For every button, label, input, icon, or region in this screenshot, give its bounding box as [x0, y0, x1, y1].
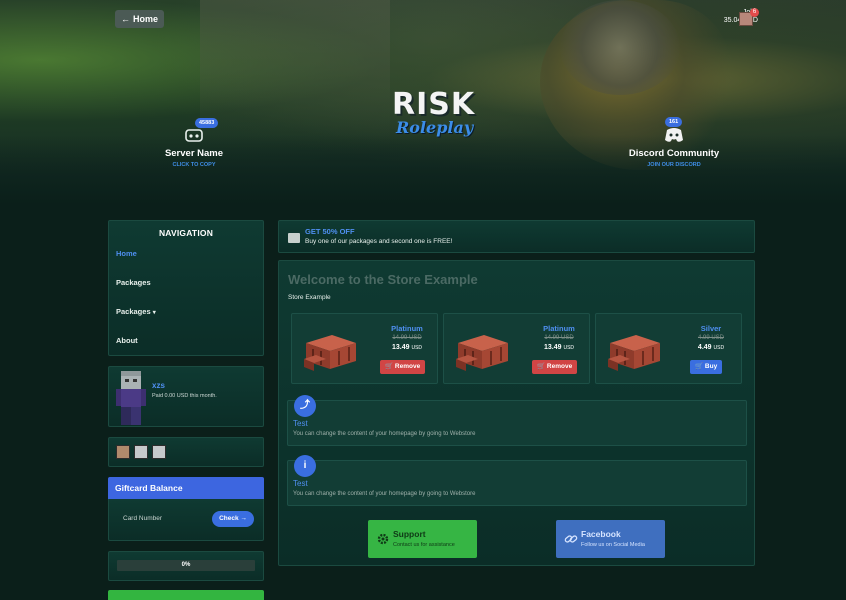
home-button-label: Home [133, 14, 159, 24]
promo-subtitle: Buy one of our packages and second one i… [305, 238, 453, 245]
package-price: 13.49 USD [391, 344, 423, 351]
check-button[interactable]: Check → [212, 511, 254, 527]
nav-item-about[interactable]: About [116, 336, 138, 345]
server-title: Server Name [164, 148, 224, 159]
support-title: Support [393, 529, 426, 539]
store-main-panel: Welcome to the Store Example Store Examp… [278, 260, 755, 566]
facebook-title: Facebook [581, 529, 621, 539]
package-card[interactable]: Platinum 14.99 USD 13.49 USD 🛒 Remove [291, 313, 438, 384]
remove-button[interactable]: 🛒 Remove [532, 360, 578, 374]
buyer-avatar[interactable] [116, 445, 130, 459]
discord-count: 161 [665, 117, 683, 127]
arrow-left-icon: ← [121, 14, 130, 24]
nav-item-home[interactable]: Home [116, 249, 137, 258]
goal-progress-bar: 0% [117, 560, 255, 571]
green-action-button[interactable] [108, 590, 264, 600]
info-block: i Test You can change the content of you… [287, 455, 747, 506]
buy-button[interactable]: 🛒 Buy [690, 360, 723, 374]
site-logo[interactable]: RISK Roleplay [392, 90, 474, 162]
recent-buyers-panel [108, 437, 264, 467]
package-old-price: 4.99 USD [697, 335, 724, 341]
donation-goal-panel: 0% [108, 551, 264, 581]
nav-title: NAVIGATION [158, 228, 214, 238]
info-text: You can change the content of your homep… [293, 491, 476, 497]
arrow-right-icon: → [240, 515, 247, 522]
discord-join-link[interactable]: JOIN OUR DISCORD [626, 162, 722, 168]
remove-button[interactable]: 🛒 Remove [380, 360, 426, 374]
discord-icon: 161 [663, 117, 685, 144]
gear-icon [377, 533, 389, 545]
package-old-price: 14.99 USD [392, 335, 422, 341]
discord-title: Discord Community [628, 148, 720, 159]
player-skin [116, 371, 146, 425]
buyer-avatar[interactable] [152, 445, 166, 459]
page-subtitle: Store Example [288, 294, 331, 301]
discord-block[interactable]: 161 Discord Community JOIN OUR DISCORD [626, 117, 722, 168]
giftcard-panel: Check → [108, 499, 264, 541]
page-title: Welcome to the Store Example [288, 272, 478, 287]
notification-badge: 6 [750, 8, 759, 17]
cart-icon: 🛒 [695, 363, 704, 370]
cart-icon [288, 233, 300, 243]
facebook-subtitle: Follow us on Social Media [581, 542, 645, 548]
server-count: 45883 [195, 118, 219, 128]
package-card[interactable]: Platinum 14.99 USD 13.49 USD 🛒 Remove [443, 313, 590, 384]
info-block: ⤴ Test You can change the content of you… [287, 395, 747, 446]
cart-icon: 🛒 [385, 363, 394, 370]
profile-name: xzs [152, 381, 165, 390]
profile-paid: Paid 0.00 USD this month. [152, 393, 217, 399]
package-price: 4.49 USD [697, 344, 725, 351]
nav-item-packages[interactable]: Packages [116, 278, 151, 287]
card-number-input[interactable] [123, 515, 203, 522]
package-old-price: 14.99 USD [544, 335, 574, 341]
support-subtitle: Contact us for assistance [393, 542, 455, 548]
server-icon: 45883 [183, 118, 219, 144]
info-icon: i [294, 455, 316, 477]
navigation-panel: NAVIGATION Home Packages Packages ▾ Abou… [108, 220, 264, 356]
package-price: 13.49 USD [543, 344, 575, 351]
support-button[interactable]: Support Contact us for assistance [368, 520, 477, 558]
buyer-avatar[interactable] [134, 445, 148, 459]
package-name: Platinum [543, 324, 575, 333]
package-name: Platinum [391, 324, 423, 333]
facebook-button[interactable]: Facebook Follow us on Social Media [556, 520, 665, 558]
link-icon [564, 535, 578, 543]
package-name: Silver [700, 324, 722, 333]
server-copy-link[interactable]: CLICK TO COPY [159, 162, 229, 168]
crate-image [608, 335, 660, 371]
promo-title: GET 50% OFF [305, 227, 355, 236]
info-title: Test [293, 479, 308, 488]
crate-image [304, 335, 356, 371]
profile-panel: xzs Paid 0.00 USD this month. [108, 366, 264, 427]
promo-banner: GET 50% OFF Buy one of our packages and … [278, 220, 755, 253]
run-icon: ⤴ [294, 395, 316, 417]
caret-down-icon: ▾ [152, 310, 156, 316]
info-title: Test [293, 419, 308, 428]
home-button[interactable]: ← Home [115, 10, 165, 28]
goal-progress-text: 0% [181, 562, 191, 568]
crate-image [456, 335, 508, 371]
server-name-block[interactable]: 45883 Server Name CLICK TO COPY [159, 118, 229, 168]
info-text: You can change the content of your homep… [293, 431, 476, 437]
giftcard-title: Giftcard Balance [108, 477, 264, 499]
package-card[interactable]: Silver 4.99 USD 4.49 USD 🛒 Buy [595, 313, 742, 384]
cart-icon: 🛒 [537, 363, 546, 370]
nav-item-packages-dropdown[interactable]: Packages ▾ [116, 307, 156, 316]
